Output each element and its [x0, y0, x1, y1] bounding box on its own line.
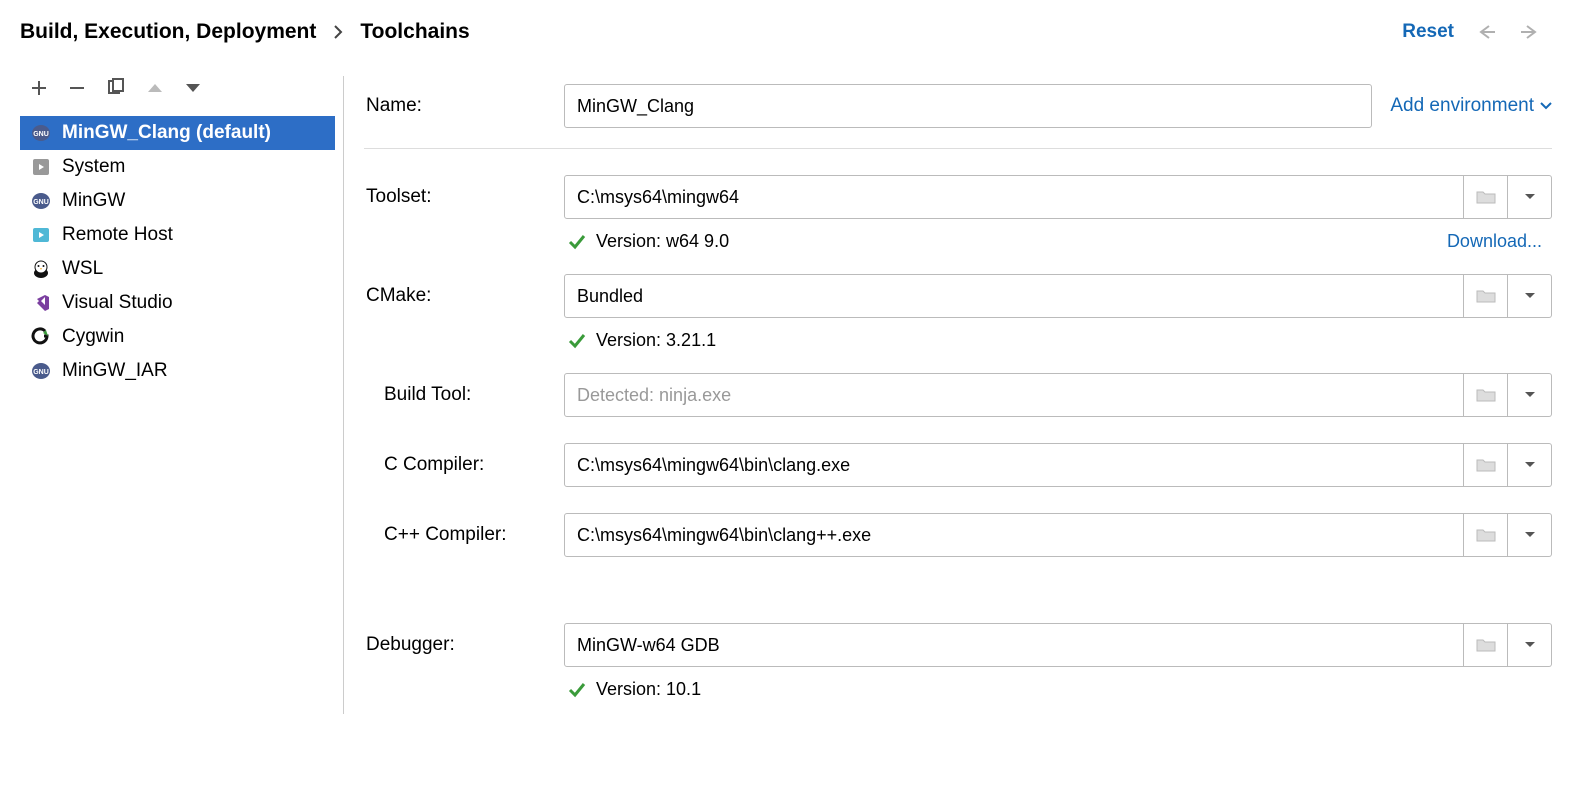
list-item-label: MinGW_IAR: [62, 360, 168, 382]
toolset-label: Toolset:: [364, 186, 564, 208]
debugger-field[interactable]: [564, 623, 1464, 667]
add-environment-link[interactable]: Add environment: [1372, 95, 1552, 117]
toolset-status: Version: w64 9.0: [364, 231, 729, 252]
cxxcompiler-field[interactable]: [564, 513, 1464, 557]
folder-icon: [1476, 637, 1496, 653]
list-item[interactable]: GNU MinGW_IAR: [20, 354, 335, 388]
move-down-icon[interactable]: [184, 81, 202, 95]
list-item-label: Remote Host: [62, 224, 173, 246]
ccompiler-label: C Compiler:: [364, 454, 564, 476]
browse-button[interactable]: [1464, 623, 1508, 667]
chevron-down-icon: [1524, 291, 1536, 301]
name-field[interactable]: [564, 84, 1372, 128]
folder-icon: [1476, 527, 1496, 543]
download-link[interactable]: Download...: [1447, 231, 1552, 252]
add-icon[interactable]: [30, 79, 48, 97]
debugger-status: Version: 10.1: [364, 679, 701, 700]
debugger-label: Debugger:: [364, 634, 564, 656]
browse-button[interactable]: [1464, 373, 1508, 417]
folder-icon: [1476, 288, 1496, 304]
buildtool-field[interactable]: [564, 373, 1464, 417]
remote-host-icon: [30, 224, 52, 246]
visual-studio-icon: [30, 292, 52, 314]
cygwin-icon: [30, 326, 52, 348]
breadcrumb-current: Toolchains: [360, 20, 469, 44]
wsl-icon: [30, 258, 52, 280]
copy-icon[interactable]: [106, 78, 126, 98]
ccompiler-field[interactable]: [564, 443, 1464, 487]
cmake-status: Version: 3.21.1: [364, 330, 716, 351]
list-item-label: Visual Studio: [62, 292, 173, 314]
list-item-label: MinGW: [62, 190, 125, 212]
folder-icon: [1476, 387, 1496, 403]
dropdown-button[interactable]: [1508, 373, 1552, 417]
list-item-label: Cygwin: [62, 326, 124, 348]
list-item[interactable]: GNU MinGW: [20, 184, 335, 218]
chevron-down-icon: [1540, 101, 1552, 111]
system-icon: [30, 156, 52, 178]
toolchain-list: GNU MinGW_Clang (default) System GNU Min…: [20, 116, 335, 388]
chevron-down-icon: [1524, 390, 1536, 400]
chevron-down-icon: [1524, 460, 1536, 470]
dropdown-button[interactable]: [1508, 274, 1552, 318]
dropdown-button[interactable]: [1508, 175, 1552, 219]
reset-button[interactable]: Reset: [1402, 21, 1454, 43]
chevron-down-icon: [1524, 530, 1536, 540]
forward-arrow-icon[interactable]: [1518, 20, 1542, 44]
list-item-label: MinGW_Clang (default): [62, 122, 271, 144]
cmake-field[interactable]: [564, 274, 1464, 318]
chevron-down-icon: [1524, 640, 1536, 650]
svg-text:GNU: GNU: [33, 131, 49, 138]
list-item[interactable]: WSL: [20, 252, 335, 286]
gnu-icon: GNU: [30, 122, 52, 144]
list-item-label: WSL: [62, 258, 103, 280]
list-item[interactable]: GNU MinGW_Clang (default): [20, 116, 335, 150]
browse-button[interactable]: [1464, 274, 1508, 318]
list-item[interactable]: System: [20, 150, 335, 184]
list-item[interactable]: Visual Studio: [20, 286, 335, 320]
name-label: Name:: [364, 95, 564, 117]
browse-button[interactable]: [1464, 175, 1508, 219]
chevron-right-icon: [332, 24, 344, 40]
list-item-label: System: [62, 156, 125, 178]
folder-icon: [1476, 457, 1496, 473]
breadcrumb-parent[interactable]: Build, Execution, Deployment: [20, 20, 316, 44]
move-up-icon[interactable]: [146, 81, 164, 95]
divider: [364, 148, 1552, 149]
gnu-icon: GNU: [30, 360, 52, 382]
gnu-icon: GNU: [30, 190, 52, 212]
svg-text:GNU: GNU: [33, 369, 49, 376]
toolset-field[interactable]: [564, 175, 1464, 219]
buildtool-label: Build Tool:: [364, 384, 564, 406]
breadcrumb: Build, Execution, Deployment Toolchains: [20, 20, 470, 44]
check-icon: [568, 234, 586, 250]
check-icon: [568, 682, 586, 698]
browse-button[interactable]: [1464, 443, 1508, 487]
list-item[interactable]: Cygwin: [20, 320, 335, 354]
dropdown-button[interactable]: [1508, 623, 1552, 667]
remove-icon[interactable]: [68, 79, 86, 97]
folder-icon: [1476, 189, 1496, 205]
list-item[interactable]: Remote Host: [20, 218, 335, 252]
check-icon: [568, 333, 586, 349]
dropdown-button[interactable]: [1508, 513, 1552, 557]
back-arrow-icon[interactable]: [1474, 20, 1498, 44]
chevron-down-icon: [1524, 192, 1536, 202]
cmake-label: CMake:: [364, 285, 564, 307]
dropdown-button[interactable]: [1508, 443, 1552, 487]
browse-button[interactable]: [1464, 513, 1508, 557]
svg-text:GNU: GNU: [33, 199, 49, 206]
cxxcompiler-label: C++ Compiler:: [364, 524, 564, 546]
